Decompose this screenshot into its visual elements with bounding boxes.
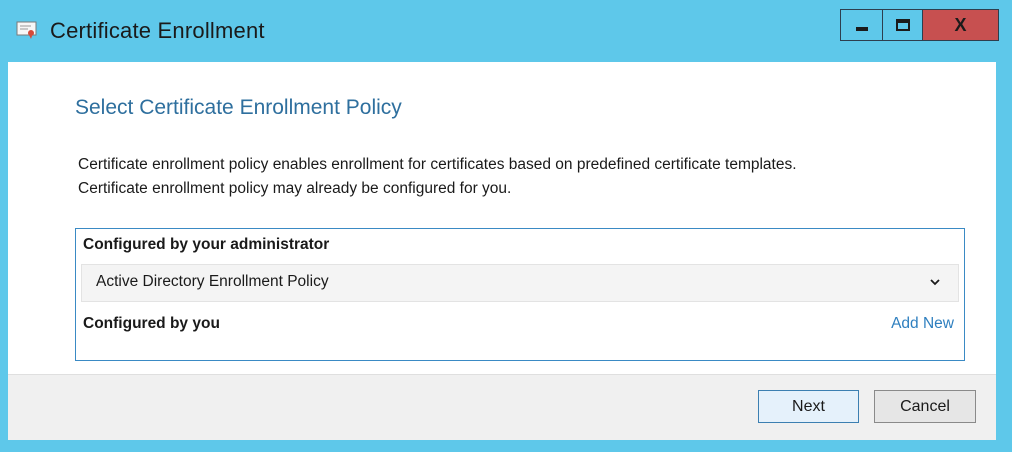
maximize-button[interactable] [883,9,923,41]
certificate-enrollment-window: Certificate Enrollment X Select Certific… [0,0,1012,452]
page-heading: Select Certificate Enrollment Policy [75,96,402,119]
close-icon: X [954,14,967,35]
minimize-icon [855,27,868,31]
maximize-icon [895,19,910,31]
page-description: Certificate enrollment policy enables en… [78,153,978,201]
title-bar[interactable]: Certificate Enrollment X [0,0,1012,62]
admin-section-label: Configured by your administrator [83,236,330,253]
policy-name: Active Directory Enrollment Policy [96,273,329,290]
chevron-down-icon[interactable] [928,275,942,289]
minimize-button[interactable] [840,9,883,41]
description-line-2: Certificate enrollment policy may alread… [78,180,512,197]
next-button[interactable]: Next [758,390,859,423]
dialog-content: Select Certificate Enrollment Policy Cer… [8,62,996,440]
certificate-icon [16,21,38,39]
window-title: Certificate Enrollment [50,18,265,43]
add-new-link[interactable]: Add New [891,315,954,333]
user-section-label: Configured by you [83,315,220,332]
description-line-1: Certificate enrollment policy enables en… [78,156,797,173]
close-button[interactable]: X [923,9,999,41]
cancel-button[interactable]: Cancel [874,390,976,423]
caption-buttons: X [840,9,999,41]
policy-group-box: Configured by your administrator Active … [75,228,965,361]
policy-item-active-directory[interactable]: Active Directory Enrollment Policy [81,264,959,302]
